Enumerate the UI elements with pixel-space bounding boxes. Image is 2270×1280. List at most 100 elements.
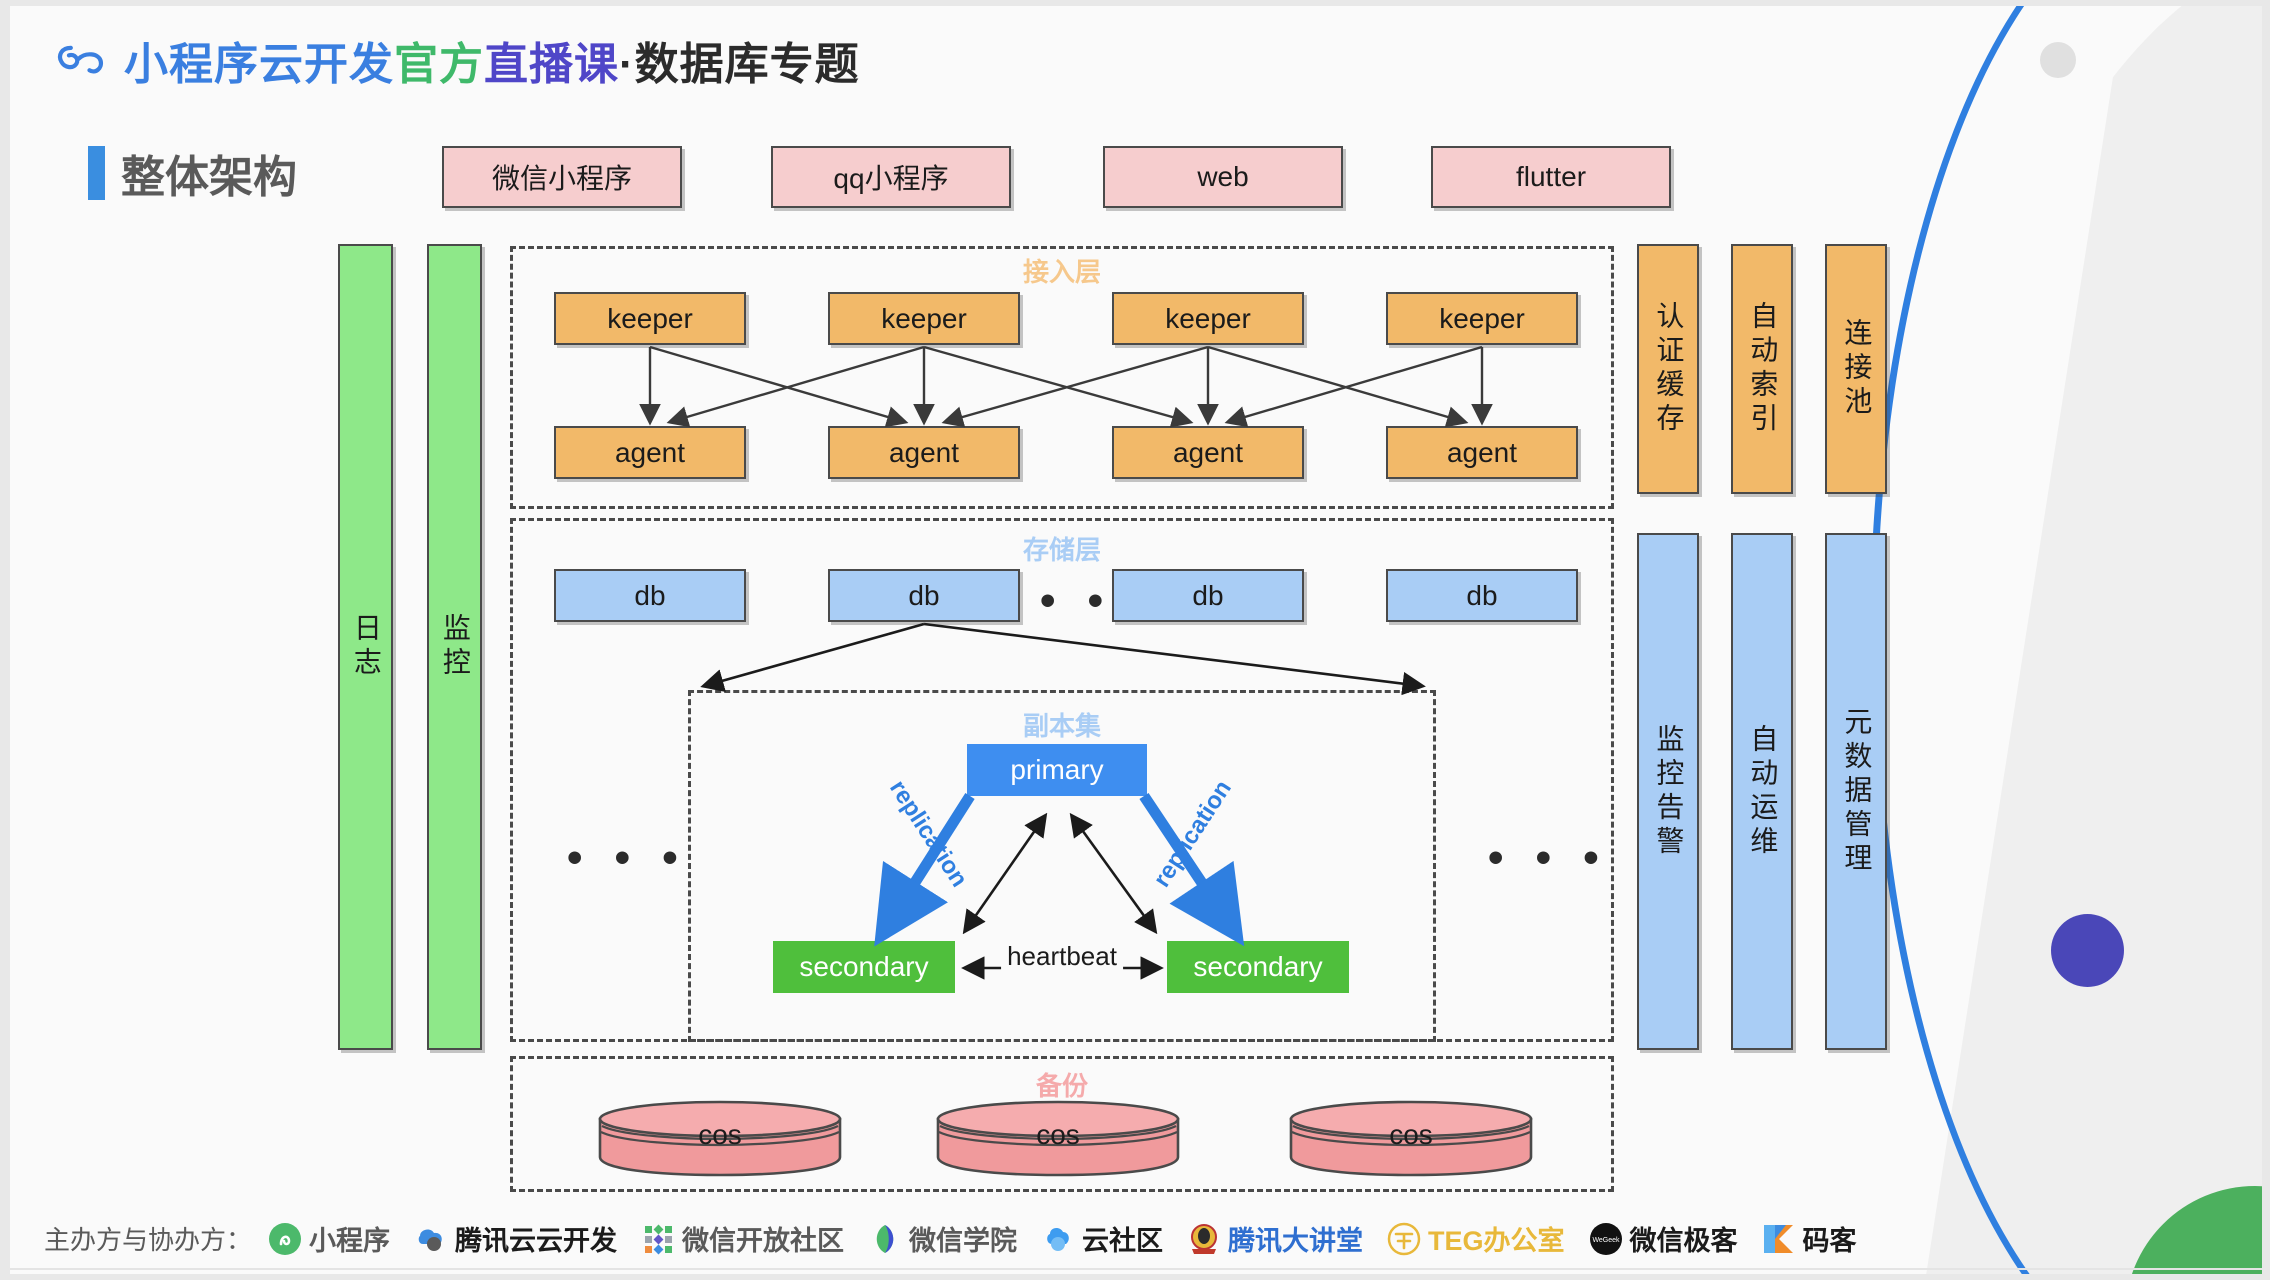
cos-node-2: cos xyxy=(935,1099,1181,1177)
db-box-1: db xyxy=(554,569,746,622)
blue-arc-decoration xyxy=(1870,6,2101,1274)
node-label: cos xyxy=(1389,1119,1433,1150)
storage-layer-label: 存储层 xyxy=(1022,535,1102,565)
agent-box-4: agent xyxy=(1386,426,1578,479)
node-label: keeper xyxy=(1439,302,1525,334)
section-accent-bar xyxy=(88,146,105,200)
pillar-auth-cache: 认证缓存 xyxy=(1637,244,1699,494)
node-label: cos xyxy=(1036,1119,1080,1150)
sponsor-name: 微信极客 xyxy=(1629,1226,1738,1256)
node-label: db xyxy=(1466,579,1498,611)
footer-label: 主办方与协办方： xyxy=(44,1225,253,1255)
replica-set-label: 副本集 xyxy=(1022,711,1102,741)
sponsor-name: 腾讯云云开发 xyxy=(455,1226,618,1256)
node-label: keeper xyxy=(607,302,693,334)
heartbeat-label: heartbeat xyxy=(1001,941,1123,972)
pillar-auto-index: 自动索引 xyxy=(1731,244,1793,494)
pillar-label: 监控告警 xyxy=(1653,723,1685,860)
title-part-1: 官方 xyxy=(394,40,484,89)
node-label: keeper xyxy=(881,302,967,334)
footer-divider xyxy=(10,1268,2262,1270)
primary-node: primary xyxy=(967,744,1147,796)
access-layer-label: 接入层 xyxy=(1022,257,1102,287)
node-label: secondary xyxy=(799,951,929,982)
pillar-label: 日志 xyxy=(350,613,382,681)
pillar-monitor-alert: 监控告警 xyxy=(1637,533,1699,1050)
client-label: qq小程序 xyxy=(833,163,949,194)
slide-header: 小程序云开发官方直播课·数据库专题 xyxy=(54,28,860,92)
sponsor-name: 码客 xyxy=(1802,1226,1857,1256)
node-label: keeper xyxy=(1165,302,1251,334)
backup-layer-label: 备份 xyxy=(1035,1071,1089,1101)
node-label: agent xyxy=(614,436,686,468)
wechat-academy-icon xyxy=(876,1224,894,1253)
gray-dot-decoration xyxy=(2040,42,2076,78)
sponsor-name: 微信开放社区 xyxy=(682,1226,845,1256)
replica-left-ellipsis: • • • xyxy=(567,833,688,882)
section-title-group: 整体架构 xyxy=(88,141,297,205)
pillar-connection-pool: 连接池 xyxy=(1825,244,1887,494)
pillar-metadata-mgmt: 元数据管理 xyxy=(1825,533,1887,1050)
keeper-box-3: keeper xyxy=(1112,292,1304,345)
sponsor-wegeek: WeGeek 微信极客 xyxy=(1589,1219,1738,1258)
green-circle-decoration xyxy=(2125,1186,2262,1274)
sponsor-wechat-community: 微信开放社区 xyxy=(641,1219,844,1258)
page-title: 小程序云开发官方直播课·数据库专题 xyxy=(124,28,860,92)
keeper-box-4: keeper xyxy=(1386,292,1578,345)
node-label: agent xyxy=(1172,436,1244,468)
client-box-wechat: 微信小程序 xyxy=(442,146,682,208)
title-part-0: 小程序云开发 xyxy=(124,40,394,89)
agent-box-1: agent xyxy=(554,426,746,479)
client-label: flutter xyxy=(1515,161,1587,192)
sponsor-tencent-lecture: 腾讯大讲堂 xyxy=(1187,1219,1363,1258)
node-label: primary xyxy=(1010,754,1104,785)
svg-text:WeGeek: WeGeek xyxy=(1592,1237,1620,1244)
secondary-node-left: secondary xyxy=(773,941,955,993)
node-label: db xyxy=(908,579,940,611)
cos-node-3: cos xyxy=(1288,1099,1534,1177)
replica-right-ellipsis: • • • xyxy=(1488,833,1609,882)
db-box-4: db xyxy=(1386,569,1578,622)
agent-box-3: agent xyxy=(1112,426,1304,479)
wegeek-icon: WeGeek xyxy=(1589,1222,1622,1255)
pillar-label: 元数据管理 xyxy=(1841,706,1873,877)
secondary-node-right: secondary xyxy=(1167,941,1349,993)
client-label: 微信小程序 xyxy=(491,163,632,194)
sponsor-name: 腾讯大讲堂 xyxy=(1228,1226,1364,1256)
tencent-cloud-icon xyxy=(418,1228,442,1251)
node-label: db xyxy=(1192,579,1224,611)
sponsor-name: 小程序 xyxy=(309,1226,391,1256)
client-box-qq: qq小程序 xyxy=(771,146,1011,208)
pillar-label: 监控 xyxy=(439,613,471,681)
sponsor-wechat-academy: 微信学院 xyxy=(868,1219,1017,1258)
client-box-flutter: flutter xyxy=(1431,146,1671,208)
title-part-2: 直播课 xyxy=(484,40,619,89)
sponsor-cloud-community: 云社区 xyxy=(1041,1219,1163,1258)
client-label: web xyxy=(1197,161,1249,192)
keeper-box-2: keeper xyxy=(828,292,1020,345)
pillar-monitor: 监控 xyxy=(427,244,482,1050)
purple-dot-decoration xyxy=(2051,914,2124,987)
tencent-lecture-icon xyxy=(1191,1223,1218,1254)
footer-sponsors: 主办方与协办方： 小程序 腾讯云云开发 微信开放社区 微信学院 云社区 腾讯大讲… xyxy=(44,1219,1871,1258)
sponsor-name: 微信学院 xyxy=(909,1226,1018,1256)
section-title: 整体架构 xyxy=(121,153,297,202)
pillar-label: 自动运维 xyxy=(1747,723,1779,860)
slide-canvas: 小程序云开发官方直播课·数据库专题 整体架构 微信小程序 qq小程序 web f… xyxy=(10,6,2262,1274)
sponsor-miniprogram: 小程序 xyxy=(268,1219,390,1258)
cos-node-1: cos xyxy=(597,1099,843,1177)
wechat-cloud-logo-icon xyxy=(57,45,104,74)
sponsor-maike: 码客 xyxy=(1762,1219,1857,1258)
node-label: db xyxy=(634,579,666,611)
cloud-community-icon xyxy=(1047,1227,1069,1251)
keeper-box-1: keeper xyxy=(554,292,746,345)
maike-icon xyxy=(1763,1224,1793,1253)
miniprogram-icon xyxy=(269,1222,302,1255)
teg-office-icon xyxy=(1387,1222,1421,1255)
node-label: secondary xyxy=(1193,951,1323,982)
node-label: cos xyxy=(698,1119,742,1150)
db-box-2: db xyxy=(828,569,1020,622)
pillar-label: 自动索引 xyxy=(1747,301,1779,437)
pillar-auto-ops: 自动运维 xyxy=(1731,533,1793,1050)
wechat-community-icon xyxy=(645,1224,673,1254)
